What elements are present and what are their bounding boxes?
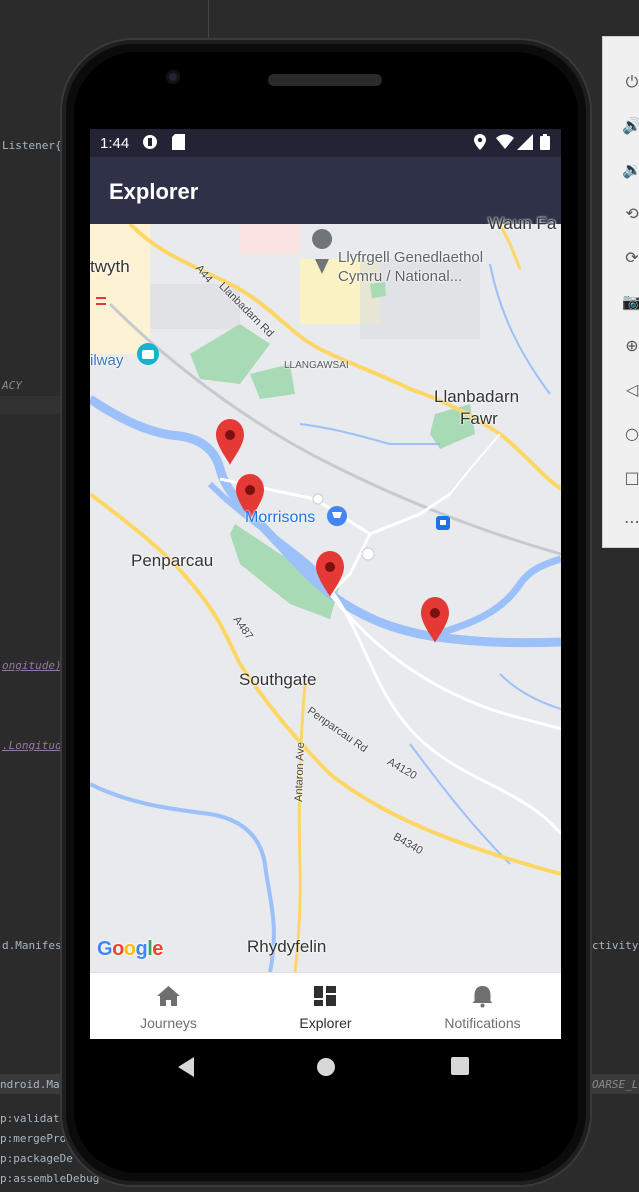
- back-icon[interactable]: ◁: [621, 379, 639, 401]
- ide-code-fragment: ndroid.Ma: [0, 1078, 60, 1091]
- place-label: Rhydyfelin: [247, 937, 327, 956]
- stream: [499, 673, 561, 710]
- dashboard-icon: [247, 983, 404, 1009]
- ide-code-fragment: p:mergePro: [0, 1132, 67, 1145]
- map-view[interactable]: Waun Fa twyth Llyfrgell Genedlaethol Cym…: [90, 214, 561, 972]
- zoom-icon[interactable]: ⊕: [621, 335, 639, 357]
- ide-code-fragment: OARSE_L: [592, 1078, 639, 1091]
- place-label: Southgate: [239, 670, 317, 689]
- volume-down-icon[interactable]: 🔉: [621, 159, 639, 181]
- nav-item-journeys[interactable]: Journeys: [90, 973, 247, 1039]
- train-glyph: [440, 520, 446, 525]
- front-camera: [166, 70, 180, 84]
- ide-code-fragment: p:packageDe: [0, 1152, 73, 1165]
- map-canvas: [90, 224, 561, 972]
- rotate-right-icon[interactable]: ⟳: [621, 247, 639, 269]
- home-icon[interactable]: ○: [621, 423, 639, 445]
- home-icon: [90, 983, 247, 1009]
- poi-label: Llyfrgell Genedlaethol: [338, 249, 484, 266]
- system-overview-icon[interactable]: [451, 1057, 469, 1075]
- poi-label: Cymru / National...: [338, 268, 463, 285]
- stream: [299, 423, 440, 445]
- nav-label: Notifications: [444, 1015, 521, 1031]
- roundabout: [312, 493, 324, 505]
- ide-highlight-line: [0, 396, 60, 414]
- urban-area: [240, 224, 300, 254]
- sd-card-icon: [172, 134, 185, 154]
- device-screen: 1:44 Explorer Waun Fa twyth Llyfrgell Ge…: [90, 129, 561, 1039]
- ide-code-fragment: ACY: [2, 379, 22, 392]
- place-label: twyth: [90, 257, 130, 276]
- stream: [489, 263, 551, 395]
- page-title: Explorer: [109, 179, 199, 204]
- location-icon: [474, 134, 486, 154]
- place-label: Penparcau: [131, 551, 214, 570]
- nav-label: Journeys: [140, 1015, 197, 1031]
- ide-code-fragment: p:validat: [0, 1112, 60, 1125]
- more-icon[interactable]: ⋯: [621, 511, 639, 533]
- rotate-left-icon[interactable]: ⟲: [621, 203, 639, 225]
- screenshot-icon[interactable]: 📷: [621, 291, 639, 313]
- google-logo: Google: [97, 938, 163, 960]
- road-minor: [449, 433, 501, 495]
- place-label: Waun Fa: [488, 214, 557, 233]
- ide-code-fragment: Listener{: [2, 139, 62, 152]
- ide-code-fragment: d.Manifes: [2, 939, 62, 952]
- river-branch: [428, 555, 561, 640]
- place-label: LLANGAWSAI: [284, 360, 349, 371]
- system-home-icon[interactable]: [316, 1057, 336, 1077]
- emulator-toolbar: ⏻ 🔊 🔉 ⟲ ⟳ 📷 ⊕ ◁ ○ □ ⋯: [602, 36, 639, 548]
- nav-item-notifications[interactable]: Notifications: [404, 973, 561, 1039]
- bell-icon: [404, 983, 561, 1009]
- roundabout: [361, 547, 375, 561]
- status-bar: 1:44: [90, 129, 561, 157]
- ide-divider: [208, 0, 209, 40]
- battery-icon: [540, 134, 550, 154]
- ide-code-fragment: .Longitud: [2, 739, 62, 752]
- poi-label: ilway: [90, 352, 124, 369]
- status-time: 1:44: [100, 135, 130, 152]
- ide-code-fragment: p:assembleDebug: [0, 1172, 100, 1185]
- road-antaron-ave: [293, 683, 307, 972]
- earpiece-speaker: [268, 74, 382, 86]
- poi-label[interactable]: Morrisons: [245, 509, 315, 527]
- power-icon[interactable]: ⏻: [621, 71, 639, 93]
- road-label: Antaron Ave: [292, 741, 307, 803]
- bottom-navigation: Journeys Explorer Notifications: [90, 972, 561, 1039]
- system-navigation-bar: [90, 1039, 561, 1097]
- place-label: Fawr: [460, 409, 498, 428]
- volume-up-icon[interactable]: 🔊: [621, 115, 639, 137]
- overview-icon[interactable]: □: [621, 467, 639, 489]
- nav-label: Explorer: [299, 1015, 352, 1031]
- place-label: Llanbadarn: [434, 387, 520, 406]
- ide-code-fragment: ongitude): [2, 659, 62, 672]
- system-back-icon[interactable]: [178, 1057, 196, 1077]
- camera-glyph: [142, 350, 154, 359]
- wifi-icon: [496, 134, 514, 154]
- app-notification-icon: [142, 134, 158, 154]
- ide-code-fragment: ctivity: [592, 939, 639, 952]
- signal-icon: [517, 134, 533, 154]
- nav-item-explorer[interactable]: Explorer: [247, 973, 404, 1039]
